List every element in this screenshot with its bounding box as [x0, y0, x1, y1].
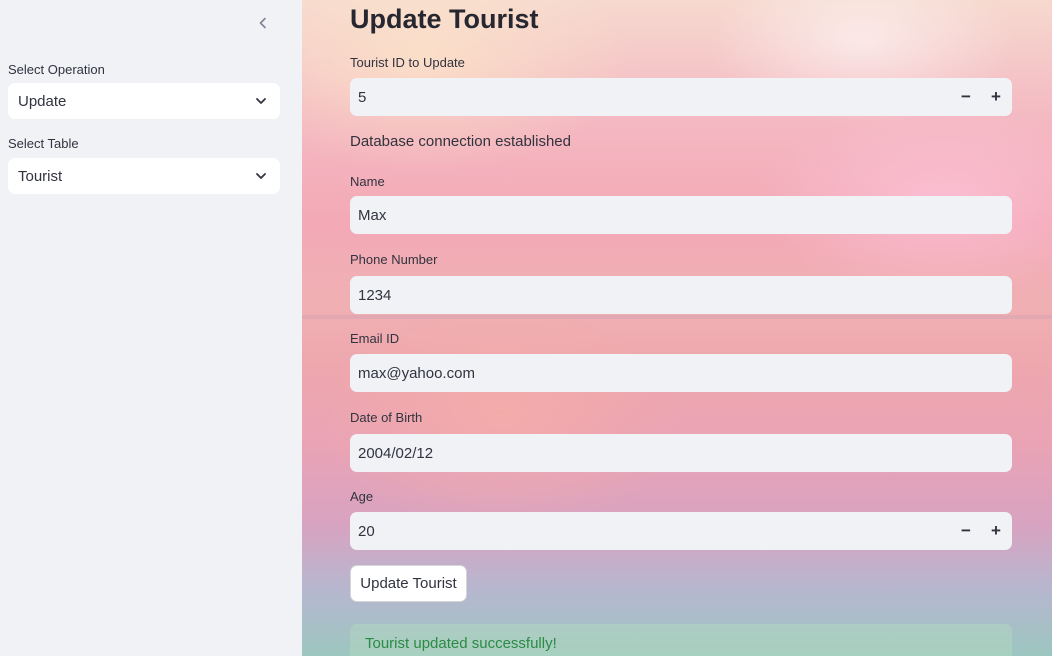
main-content: Update Tourist Tourist ID to Update 5 − … [302, 0, 1052, 656]
select-operation-value: Update [18, 92, 67, 110]
select-operation-dropdown[interactable]: Update [8, 83, 280, 119]
age-stepper[interactable]: 20 − + [350, 512, 1012, 550]
collapse-sidebar-button[interactable] [254, 14, 272, 32]
name-value: Max [358, 206, 387, 224]
update-tourist-button[interactable]: Update Tourist [350, 565, 467, 602]
chevron-down-icon [256, 98, 266, 104]
age-value: 20 [358, 522, 375, 540]
tourist-id-label: Tourist ID to Update [350, 55, 465, 70]
tourist-id-increment-button[interactable]: + [981, 78, 1011, 116]
chevron-down-icon [256, 173, 266, 179]
tourist-id-decrement-button[interactable]: − [951, 78, 981, 116]
connection-status: Database connection established [350, 133, 571, 150]
page-title: Update Tourist [350, 4, 539, 34]
dob-field[interactable]: 2004/02/12 [350, 434, 1012, 472]
dob-label: Date of Birth [350, 410, 423, 425]
success-alert: Tourist updated successfully! [350, 624, 1012, 656]
age-increment-button[interactable]: + [981, 512, 1011, 550]
tourist-id-value: 5 [358, 88, 367, 106]
email-value: max@yahoo.com [358, 364, 475, 382]
age-decrement-button[interactable]: − [951, 512, 981, 550]
age-label: Age [350, 489, 374, 504]
select-operation-label: Select Operation [8, 62, 105, 77]
tourist-id-stepper[interactable]: 5 − + [350, 78, 1012, 116]
name-field[interactable]: Max [350, 196, 1012, 234]
select-table-dropdown[interactable]: Tourist [8, 158, 280, 194]
chevron-left-icon [259, 17, 266, 29]
name-label: Name [350, 174, 385, 189]
phone-label: Phone Number [350, 252, 438, 267]
sidebar: Select Operation Update Select Table Tou… [0, 0, 302, 656]
email-field[interactable]: max@yahoo.com [350, 354, 1012, 392]
phone-field[interactable]: 1234 [350, 276, 1012, 314]
background-horizon [302, 315, 1052, 319]
email-label: Email ID [350, 331, 400, 346]
select-table-value: Tourist [18, 167, 63, 185]
phone-value: 1234 [358, 286, 392, 304]
success-message: Tourist updated successfully! [365, 635, 557, 652]
select-table-label: Select Table [8, 136, 79, 151]
dob-value: 2004/02/12 [358, 444, 434, 462]
